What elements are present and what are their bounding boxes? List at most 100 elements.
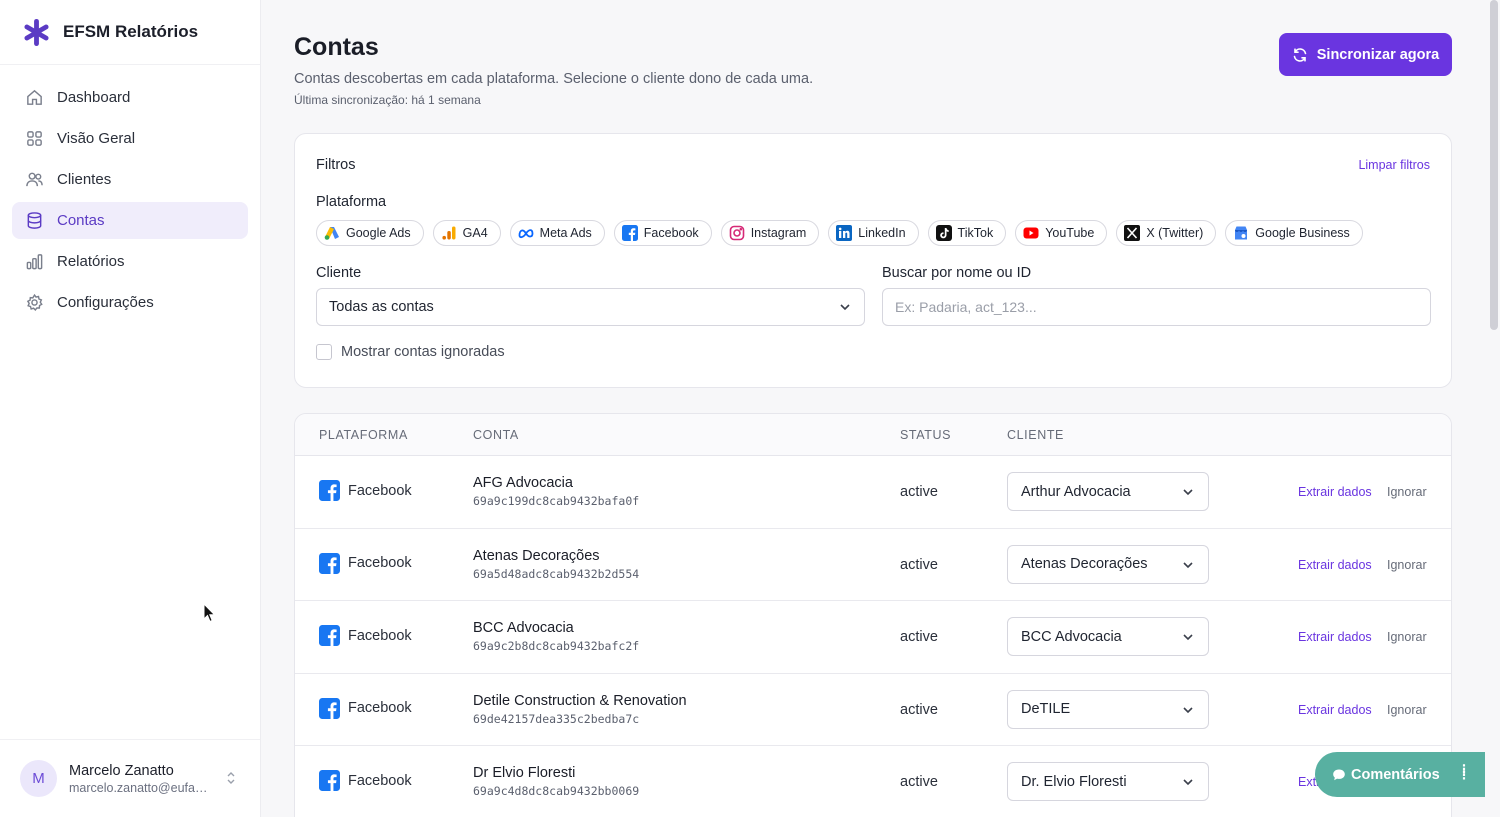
chevron-up-down-icon [224, 771, 238, 786]
app-title: EFSM Relatórios [63, 22, 199, 41]
platform-cell: Facebook [319, 770, 412, 791]
filters-panel: Filtros Limpar filtros Plataforma Google… [294, 133, 1452, 388]
platform-name: Facebook [348, 627, 412, 644]
user-name: Marcelo Zanatto [69, 762, 174, 779]
chip-tiktok[interactable]: TikTok [927, 220, 1007, 246]
account-cell: Dr Elvio Floresti 69a9c4d8dc8cab9432bb00… [473, 765, 639, 798]
gear-icon [25, 293, 44, 312]
row-client-select[interactable]: Arthur Advocacia [1007, 472, 1209, 511]
sidebar-item-dashboard[interactable]: Dashboard [12, 79, 248, 116]
chip-label: Meta Ads [539, 226, 592, 240]
facebook-icon [319, 625, 340, 646]
row-client-select[interactable]: DeTILE [1007, 689, 1209, 729]
facebook-icon [319, 770, 340, 791]
google-ads-icon [324, 225, 340, 241]
avatar: M [20, 760, 57, 797]
row-client-select[interactable]: BCC Advocacia [1007, 617, 1209, 656]
row-client-value: Arthur Advocacia [1021, 483, 1131, 500]
chevron-down-icon [1183, 561, 1193, 568]
account-name: Dr Elvio Floresti [473, 765, 576, 781]
sidebar-item-label: Contas [57, 212, 105, 229]
ignore-link[interactable]: Ignorar [1387, 558, 1427, 572]
search-input[interactable] [882, 288, 1431, 326]
ga4-icon [441, 225, 457, 241]
facebook-icon [319, 480, 340, 501]
sidebar-item-clientes[interactable]: Clientes [12, 161, 248, 198]
facebook-icon [621, 225, 638, 241]
grid-icon [25, 129, 44, 148]
sidebar-item-label: Configurações [57, 294, 154, 311]
platform-chips: Google Ads GA4 Meta Ads Facebook Instagr… [316, 220, 1363, 246]
search-label: Buscar por nome ou ID [882, 265, 1032, 281]
client-label: Cliente [316, 265, 362, 281]
chevron-down-icon [840, 304, 850, 311]
platform-name: Facebook [348, 772, 412, 789]
sidebar-item-label: Clientes [57, 171, 112, 188]
column-header-account: CONTA [473, 428, 519, 442]
account-name: Atenas Decorações [473, 547, 600, 564]
extract-data-link[interactable]: Extrair dados [1298, 558, 1372, 572]
sync-now-label: Sincronizar agora [1316, 46, 1440, 63]
chip-youtube[interactable]: YouTube [1015, 220, 1108, 246]
row-client-select[interactable]: Atenas Decorações [1007, 544, 1209, 584]
chip-google-ads[interactable]: Google Ads [316, 220, 424, 246]
chip-facebook[interactable]: Facebook [613, 220, 712, 246]
ignore-link[interactable]: Ignorar [1387, 630, 1427, 644]
chip-google-business[interactable]: Google Business [1225, 220, 1363, 246]
table-row: Facebook AFG Advocacia 69a9c199dc8cab943… [295, 456, 1451, 529]
chevron-down-icon [1183, 706, 1193, 713]
x-twitter-icon [1124, 225, 1141, 241]
ignore-link[interactable]: Ignorar [1387, 703, 1427, 717]
chip-instagram[interactable]: Instagram [720, 220, 820, 246]
extract-data-link[interactable]: Extrair dados [1298, 630, 1372, 644]
client-select[interactable]: Todas as contas [316, 288, 865, 326]
page-subtitle: Contas descobertas em cada plataforma. S… [294, 71, 814, 87]
account-id: 69a9c4d8dc8cab9432bb0069 [473, 784, 640, 798]
table-row: Facebook BCC Advocacia 69a9c2b8dc8cab943… [295, 601, 1451, 674]
chevron-down-icon [1183, 779, 1193, 786]
brand[interactable]: EFSM Relatórios [0, 0, 260, 65]
sidebar-item-visao-geral[interactable]: Visão Geral [12, 120, 248, 157]
show-ignored-toggle[interactable]: Mostrar contas ignoradas [316, 344, 505, 360]
sync-now-button[interactable]: Sincronizar agora [1279, 33, 1452, 76]
platform-cell: Facebook [319, 552, 412, 574]
user-menu[interactable]: M Marcelo Zanatto marcelo.zanatto@eufac.… [0, 739, 260, 817]
page-title: Contas [294, 33, 379, 61]
facebook-icon [319, 697, 340, 719]
chip-x-twitter[interactable]: X (Twitter) [1116, 220, 1217, 246]
sidebar-item-configuracoes[interactable]: Configurações [12, 284, 248, 321]
row-client-value: BCC Advocacia [1021, 628, 1122, 645]
sidebar-nav: Dashboard Visão Geral Clientes Contas Re… [0, 65, 260, 339]
chip-label: Facebook [643, 226, 699, 240]
row-client-select[interactable]: Dr. Elvio Floresti [1007, 762, 1209, 801]
sidebar-item-relatorios[interactable]: Relatórios [12, 243, 248, 280]
extract-data-link[interactable]: Extrair dados [1298, 485, 1372, 499]
chip-linkedin[interactable]: LinkedIn [828, 220, 919, 246]
chip-meta-ads[interactable]: Meta Ads [509, 220, 605, 246]
comments-label: Comentários [1351, 766, 1440, 783]
account-id: 69a9c2b8dc8cab9432bafc2f [473, 639, 640, 653]
chevron-down-icon [1183, 634, 1193, 641]
facebook-icon [319, 552, 340, 574]
sidebar-item-contas[interactable]: Contas [12, 202, 248, 239]
mouse-cursor-icon [203, 603, 216, 623]
ignore-link[interactable]: Ignorar [1387, 485, 1427, 499]
chip-ga4[interactable]: GA4 [432, 220, 501, 246]
chevron-down-icon [1183, 489, 1193, 496]
status-text: active [900, 629, 938, 645]
platform-label: Plataforma [316, 194, 387, 210]
table-row: Facebook Atenas Decorações 69a5d48adc8ca… [295, 529, 1451, 601]
column-header-client: CLIENTE [1007, 428, 1064, 442]
extract-data-link[interactable]: Extrair dados [1298, 703, 1372, 717]
drag-handle-icon[interactable]: ⋮ ⋮ [1458, 763, 1471, 781]
sidebar-item-label: Visão Geral [57, 130, 136, 147]
show-ignored-checkbox[interactable] [316, 344, 332, 360]
home-icon [25, 88, 44, 107]
chip-label: Google Ads [346, 226, 411, 240]
filters-title: Filtros [316, 157, 356, 173]
clear-filters-link[interactable]: Limpar filtros [1358, 158, 1430, 172]
google-business-icon [1233, 225, 1249, 241]
account-id: 69de42157dea335c2bedba7c [473, 711, 640, 726]
comments-widget[interactable]: Comentários ⋮ ⋮ [1315, 752, 1485, 797]
page-scrollbar[interactable] [1490, 0, 1498, 330]
